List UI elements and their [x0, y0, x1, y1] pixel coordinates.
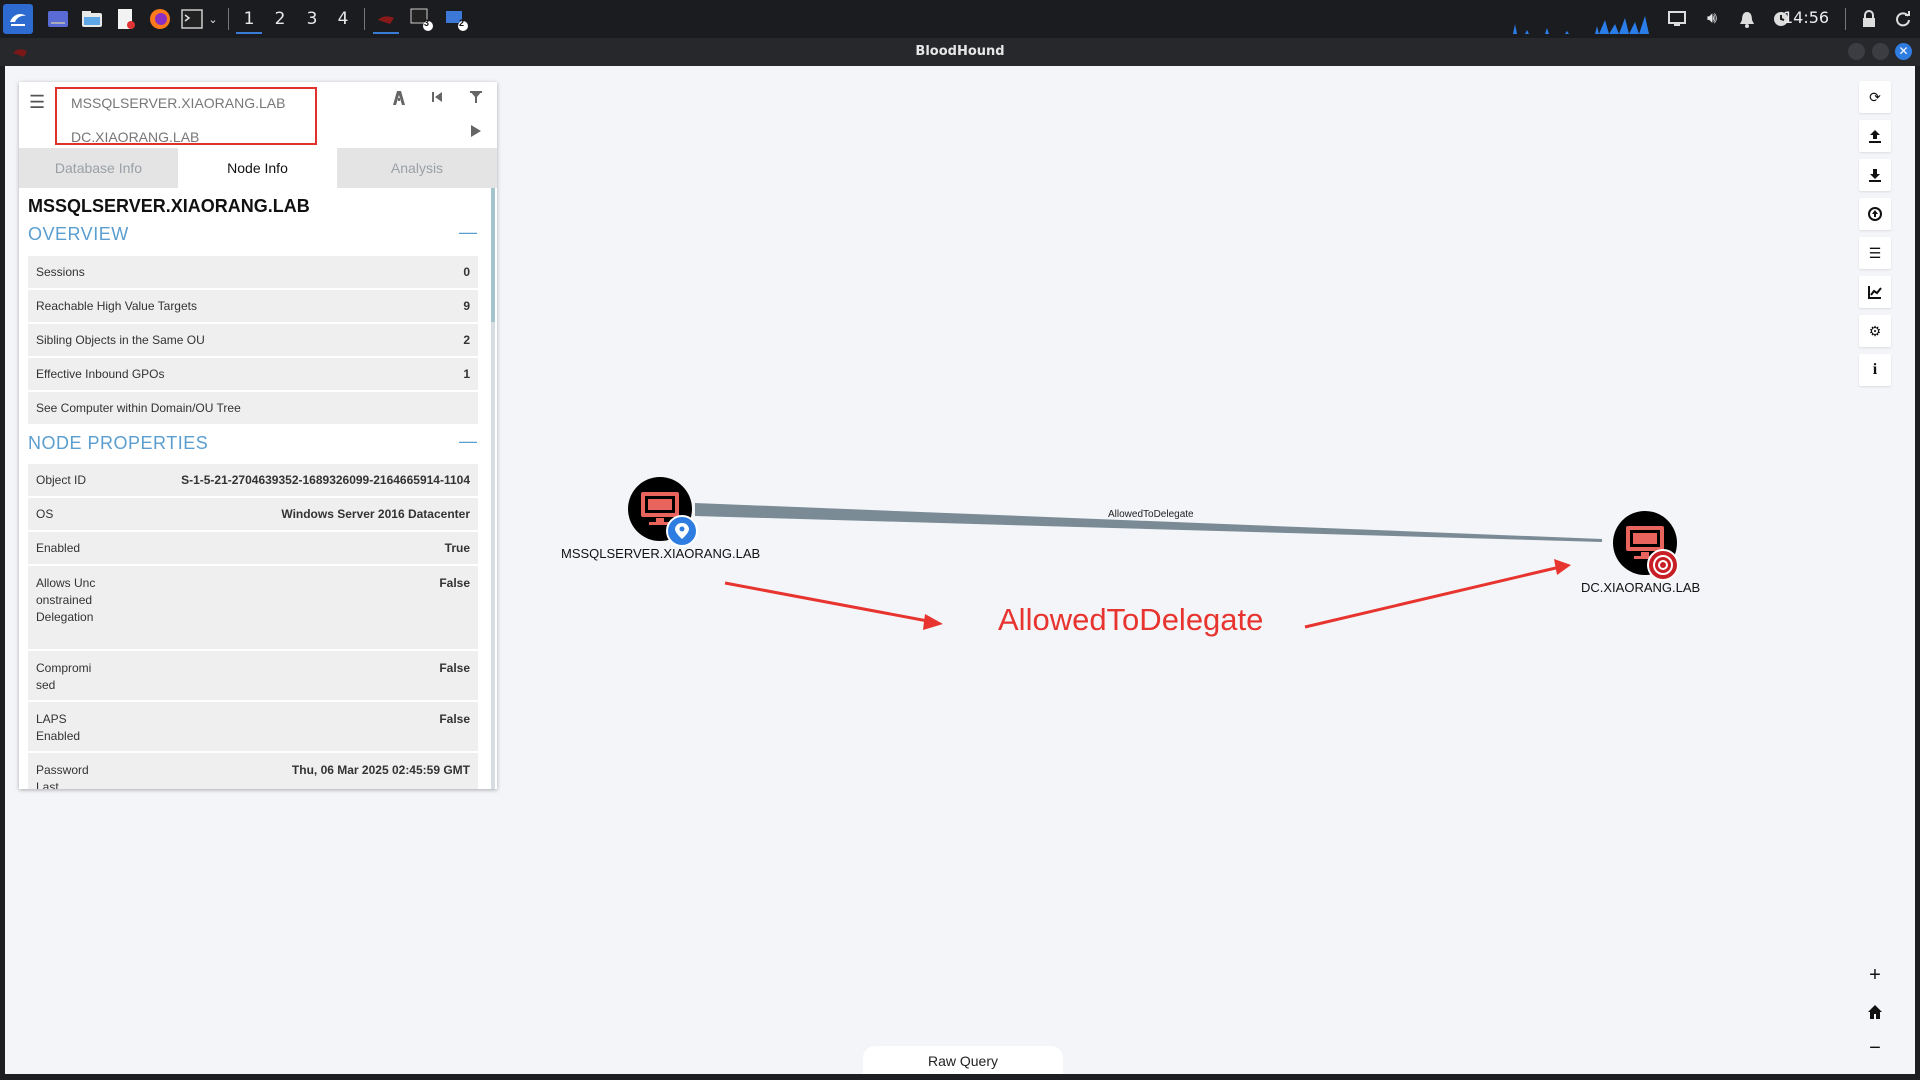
raw-query-button[interactable]: Raw Query: [863, 1046, 1063, 1074]
display-icon[interactable]: [1664, 6, 1690, 32]
terminal-icon[interactable]: [179, 6, 205, 32]
cpu-graph: [1505, 12, 1657, 34]
property-row-password-last-set: Password Last Thu, 06 Mar 2025 02:45:59 …: [28, 753, 478, 789]
taskbar: ⌄ 1 2 3 4 3 2 🔊︎ 14:56: [0, 0, 1920, 38]
menu-icon[interactable]: ☰: [29, 92, 45, 113]
edge-label: AllowedToDelegate: [1108, 509, 1194, 520]
property-row-compromised: Compromised False: [28, 651, 478, 702]
files-task-icon[interactable]: 2: [443, 6, 469, 32]
refresh-icon[interactable]: ⟳: [1859, 81, 1891, 113]
home-icon[interactable]: [1859, 996, 1891, 1028]
overview-row-sibling-objects[interactable]: Sibling Objects in the Same OU 2: [28, 324, 478, 358]
target-node-input[interactable]: [71, 129, 301, 145]
overview-row-domain-ou-tree[interactable]: See Computer within Domain/OU Tree: [28, 392, 478, 426]
zoom-out-icon[interactable]: −: [1859, 1032, 1891, 1064]
overview-collapse-icon[interactable]: —: [459, 222, 477, 243]
panel-tabs: Database Info Node Info Analysis: [19, 148, 497, 188]
play-icon[interactable]: [466, 124, 486, 143]
annotation-arrowhead-left: [923, 614, 943, 630]
bloodhound-task-icon[interactable]: [373, 6, 399, 34]
start-node-input[interactable]: [71, 95, 301, 111]
volume-icon[interactable]: 🔊︎: [1699, 6, 1725, 32]
desktop-icon[interactable]: [45, 6, 71, 32]
clock-time: 14:56: [1783, 8, 1830, 27]
node-info-panel: ☰ Database Info Node Info Analysis MSSQL…: [19, 82, 497, 789]
workspace-4[interactable]: 4: [330, 6, 356, 32]
overview-row-high-value-targets[interactable]: Reachable High Value Targets 9: [28, 290, 478, 324]
tab-database-info[interactable]: Database Info: [19, 148, 178, 188]
power-refresh-icon[interactable]: [1890, 6, 1916, 32]
lock-icon[interactable]: [1856, 6, 1882, 32]
zoom-in-icon[interactable]: +: [1859, 959, 1891, 991]
annotation-arrow-left: [724, 581, 934, 624]
terminal-task-icon[interactable]: 3: [408, 6, 434, 32]
target-computer-node[interactable]: [1613, 511, 1679, 581]
file-manager-icon[interactable]: [79, 6, 105, 32]
annotation-arrow-right: [1304, 565, 1561, 629]
info-icon[interactable]: i: [1859, 354, 1891, 386]
node-properties-collapse-icon[interactable]: —: [459, 431, 477, 452]
notification-bell-icon[interactable]: [1734, 6, 1760, 32]
overview-row-inbound-gpos[interactable]: Effective Inbound GPOs 1: [28, 358, 478, 392]
bloodhound-app: AllowedToDelegate MSSQLSERVER.XIAORANG.L…: [5, 66, 1915, 1074]
annotation-text: AllowedToDelegate: [998, 602, 1264, 637]
overview-header[interactable]: OVERVIEW: [28, 224, 129, 245]
node-info-content: MSSQLSERVER.XIAORANG.LAB OVERVIEW — Sess…: [19, 188, 497, 789]
window-titlebar: BloodHound: [0, 38, 1920, 66]
maximize-button[interactable]: [1872, 43, 1889, 60]
back-icon[interactable]: [427, 90, 447, 109]
workspace-3[interactable]: 3: [299, 6, 325, 32]
chart-icon[interactable]: [1859, 276, 1891, 308]
pathfinding-icon[interactable]: [389, 90, 409, 111]
settings-gears-icon[interactable]: ⚙: [1859, 315, 1891, 347]
source-computer-node[interactable]: [628, 477, 698, 547]
upload-data-icon[interactable]: [1859, 198, 1891, 230]
upload-icon[interactable]: [1859, 120, 1891, 152]
firefox-icon[interactable]: [147, 6, 173, 32]
workspace-1[interactable]: 1: [236, 6, 262, 34]
app-menu-icon[interactable]: [3, 4, 33, 34]
minimize-button[interactable]: [1848, 43, 1865, 60]
property-row-os: OS Windows Server 2016 Datacenter: [28, 498, 478, 532]
node-title: MSSQLSERVER.XIAORANG.LAB: [28, 196, 310, 216]
tab-analysis[interactable]: Analysis: [337, 148, 497, 188]
property-row-laps-enabled: LAPS Enabled False: [28, 702, 478, 753]
property-row-enabled: Enabled True: [28, 532, 478, 566]
property-row-unconstrained-delegation: Allows Unconstrained Delegation False: [28, 566, 478, 651]
terminal-count-badge: 3: [424, 18, 430, 28]
pathfinding-search-box: [55, 87, 317, 145]
download-icon[interactable]: [1859, 159, 1891, 191]
target-node-label: DC.XIAORANG.LAB: [1581, 580, 1701, 595]
overview-row-sessions[interactable]: Sessions 0: [28, 256, 478, 290]
source-node-label: MSSQLSERVER.XIAORANG.LAB: [561, 546, 761, 561]
panel-scrollbar[interactable]: [491, 188, 495, 789]
workspace-2[interactable]: 2: [267, 6, 293, 32]
node-properties-header[interactable]: NODE PROPERTIES: [28, 433, 208, 454]
close-button[interactable]: ✕: [1895, 43, 1912, 60]
property-row-object-id: Object ID S-1-5-21-2704639352-1689326099…: [28, 464, 478, 498]
filter-icon[interactable]: [466, 90, 486, 109]
queue-list-icon[interactable]: ☰: [1859, 237, 1891, 269]
window-title: BloodHound: [915, 44, 1005, 59]
tab-node-info[interactable]: Node Info: [178, 148, 337, 188]
files-count-badge: 2: [459, 18, 465, 28]
annotation-arrowhead-right: [1554, 559, 1571, 575]
text-editor-icon[interactable]: [113, 6, 139, 32]
chevron-down-icon[interactable]: ⌄: [205, 6, 221, 32]
